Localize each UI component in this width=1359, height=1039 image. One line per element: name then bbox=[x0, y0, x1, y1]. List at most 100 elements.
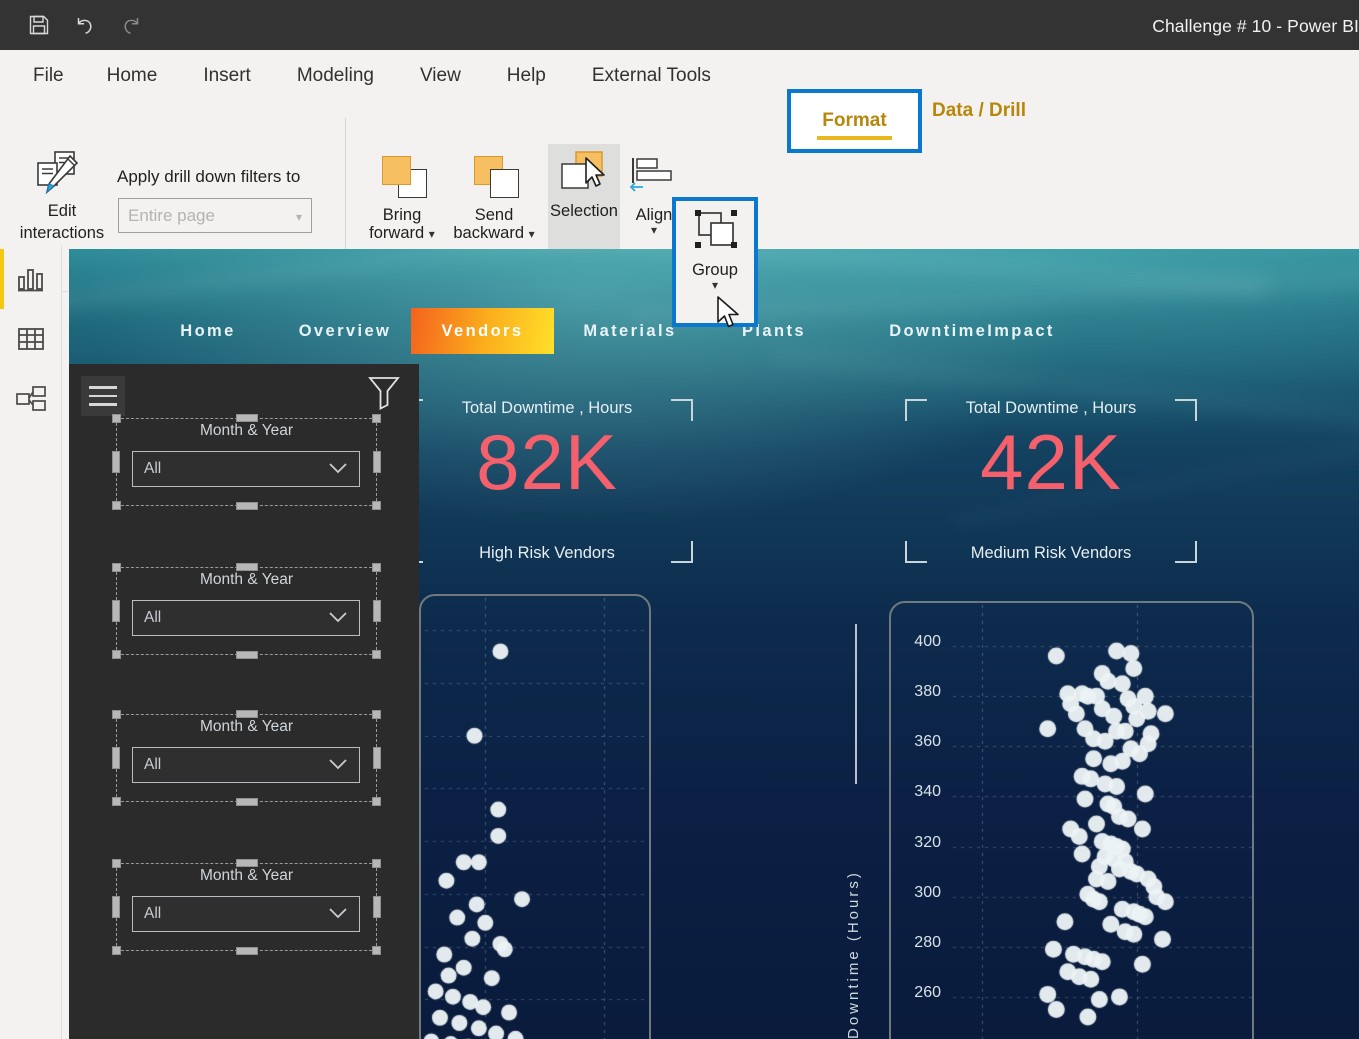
tab-format[interactable]: Format bbox=[787, 89, 922, 153]
active-indicator bbox=[0, 249, 4, 309]
slicer-month-year-1[interactable]: Month & Year All bbox=[112, 414, 381, 510]
redo-icon[interactable] bbox=[118, 12, 144, 38]
drill-filters-value: Entire page bbox=[128, 206, 215, 225]
title-bar: Challenge # 10 - Power BI bbox=[0, 0, 1359, 50]
ribbon: File Home Insert Modeling View Help Exte… bbox=[0, 50, 1359, 341]
scatter-plot-area bbox=[421, 596, 649, 1039]
tab-modeling[interactable]: Modeling bbox=[297, 65, 374, 87]
group-label: Group bbox=[692, 261, 738, 279]
y-axis-tick: 300 bbox=[914, 883, 941, 901]
slicer-dropdown[interactable]: All bbox=[132, 600, 360, 636]
group-icon bbox=[687, 203, 743, 261]
kpi-title: Total Downtime , Hours bbox=[461, 399, 633, 417]
selection-pane-label: Selection bbox=[550, 202, 618, 220]
slicer-title: Month & Year bbox=[199, 867, 294, 884]
kpi-title: Total Downtime , Hours bbox=[965, 399, 1137, 417]
y-axis-tick: 340 bbox=[914, 783, 941, 801]
sidebar-item-model-view[interactable] bbox=[0, 369, 62, 429]
chevron-down-icon bbox=[328, 757, 348, 776]
window-title: Challenge # 10 - Power BI bbox=[1152, 16, 1359, 36]
chevron-down-icon[interactable]: ▾ bbox=[429, 227, 435, 241]
send-backward-icon bbox=[468, 148, 520, 206]
chevron-down-icon[interactable]: ▾ bbox=[529, 227, 535, 241]
scatter-plot-area bbox=[891, 603, 1252, 1039]
undo-icon[interactable] bbox=[72, 12, 98, 38]
tab-help[interactable]: Help bbox=[507, 65, 546, 87]
y-axis-tick: 320 bbox=[914, 833, 941, 851]
kpi-value: 42K bbox=[980, 418, 1122, 506]
hamburger-icon[interactable] bbox=[81, 376, 125, 416]
selection-icon bbox=[558, 144, 610, 202]
group-button-highlight: Group ▾ bbox=[672, 197, 758, 328]
ribbon-tab-strip: File Home Insert Modeling View Help Exte… bbox=[0, 50, 1359, 102]
tab-format-active-underline bbox=[817, 136, 892, 140]
slicer-dropdown[interactable]: All bbox=[132, 747, 360, 783]
drill-filters-label: Apply drill down filters to bbox=[117, 167, 301, 186]
y-axis-tick: 260 bbox=[914, 983, 941, 1001]
kpi-subtitle: Medium Risk Vendors bbox=[970, 544, 1132, 562]
view-switcher-rail bbox=[0, 245, 62, 1039]
chevron-down-icon bbox=[328, 461, 348, 480]
slicer-title: Month & Year bbox=[199, 571, 294, 588]
edit-interactions-label-line2: interactions bbox=[19, 224, 105, 243]
report-canvas: Home Overview Vendors Materials Plants D… bbox=[69, 249, 1359, 1039]
slicer-dropdown[interactable]: All bbox=[132, 451, 360, 487]
data-view-icon bbox=[18, 328, 44, 350]
tab-format-label: Format bbox=[822, 110, 887, 131]
group-button[interactable]: Group ▾ bbox=[676, 203, 754, 321]
send-backward-label-line2: backward ▾ bbox=[453, 224, 535, 243]
slicer-value: All bbox=[144, 756, 162, 773]
funnel-icon[interactable] bbox=[367, 374, 401, 415]
slicer-month-year-3[interactable]: Month & Year All bbox=[112, 710, 381, 806]
chevron-down-icon[interactable]: ▾ bbox=[712, 279, 718, 291]
kpi-card-high-risk[interactable]: Total Downtime , Hours 82K High Risk Ven… bbox=[401, 399, 693, 563]
scatter-chart-high-risk[interactable] bbox=[419, 594, 651, 1039]
kpi-subtitle: High Risk Vendors bbox=[479, 544, 615, 562]
send-backward-label-line1: Send bbox=[474, 206, 514, 224]
y-axis-tick: 280 bbox=[914, 933, 941, 951]
scatter-chart-medium-risk[interactable] bbox=[889, 601, 1254, 1039]
slicer-value: All bbox=[144, 460, 162, 477]
chevron-down-icon: ▾ bbox=[295, 210, 302, 224]
y-axis-tick: 360 bbox=[914, 733, 941, 751]
model-view-icon bbox=[16, 386, 46, 411]
tab-insert[interactable]: Insert bbox=[203, 65, 251, 87]
bring-forward-label-line2: forward ▾ bbox=[369, 224, 435, 243]
sidebar-item-data-view[interactable] bbox=[0, 309, 62, 369]
slicer-month-year-4[interactable]: Month & Year All bbox=[112, 859, 381, 955]
slicer-month-year-2[interactable]: Month & Year All bbox=[112, 563, 381, 659]
quick-access-toolbar bbox=[0, 12, 144, 38]
slicer-dropdown[interactable]: All bbox=[132, 896, 360, 932]
chevron-down-icon bbox=[328, 906, 348, 925]
report-view-icon bbox=[18, 269, 43, 292]
slicer-title: Month & Year bbox=[199, 718, 294, 735]
tab-home[interactable]: Home bbox=[107, 65, 158, 87]
tab-view[interactable]: View bbox=[420, 65, 461, 87]
tab-external-tools[interactable]: External Tools bbox=[592, 65, 711, 87]
y-axis-rule bbox=[855, 624, 857, 784]
slicer-value: All bbox=[144, 609, 162, 626]
bring-forward-label-line1: Bring bbox=[382, 206, 422, 224]
drill-filters-select[interactable]: Entire page ▾ bbox=[118, 198, 312, 233]
y-axis-tick: 380 bbox=[914, 683, 941, 701]
selection-pane-button[interactable]: Selection bbox=[548, 144, 620, 266]
chevron-down-icon[interactable]: ▾ bbox=[651, 224, 657, 236]
slicer-panel: Month & Year All Month & Year All Month … bbox=[69, 364, 419, 1039]
y-axis-title: Downtime (Hours) bbox=[845, 870, 862, 1039]
tab-file[interactable]: File bbox=[33, 65, 64, 87]
nav-tab-downtimeimpact[interactable]: DowntimeImpact bbox=[842, 308, 1102, 354]
align-label: Align bbox=[635, 206, 673, 224]
chevron-down-icon bbox=[328, 610, 348, 629]
kpi-card-medium-risk[interactable]: Total Downtime , Hours 42K Medium Risk V… bbox=[905, 399, 1197, 563]
sidebar-item-report-view[interactable] bbox=[0, 249, 62, 309]
edit-interactions-label-line1: Edit bbox=[47, 202, 77, 220]
edit-interactions-button[interactable]: Edit interactions bbox=[8, 150, 116, 258]
nav-tab-overview[interactable]: Overview bbox=[279, 308, 411, 354]
slicer-title: Month & Year bbox=[199, 422, 294, 439]
save-icon[interactable] bbox=[26, 12, 52, 38]
kpi-value: 82K bbox=[476, 418, 618, 506]
nav-tab-home[interactable]: Home bbox=[137, 308, 279, 354]
bring-forward-icon bbox=[376, 148, 428, 206]
nav-tab-vendors[interactable]: Vendors bbox=[411, 308, 554, 354]
y-axis-tick: 400 bbox=[914, 633, 941, 651]
